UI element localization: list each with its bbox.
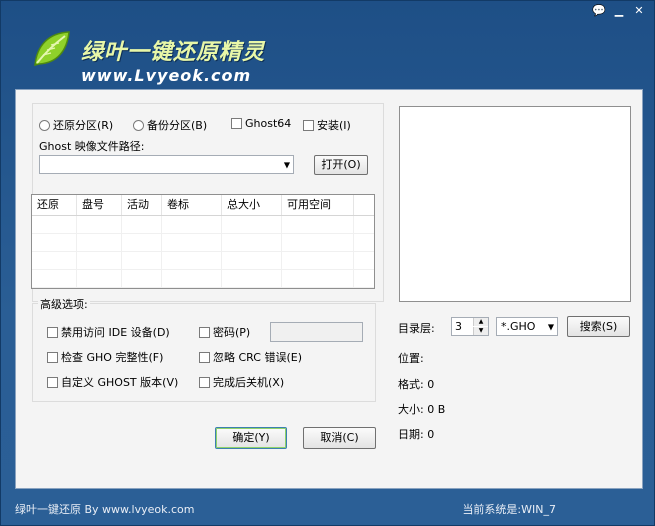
app-url: www.Lvyeok.com <box>81 66 252 85</box>
status-left: 绿叶一键还原 By www.lvyeok.com <box>15 503 195 516</box>
info-date: 日期: 0 <box>398 428 435 441</box>
info-location: 位置: <box>398 352 424 365</box>
password-input[interactable] <box>270 322 363 342</box>
search-button[interactable]: 搜索(S) <box>567 316 630 337</box>
restore-radio[interactable]: 还原分区(R) <box>39 117 113 133</box>
backup-radio[interactable]: 备份分区(B) <box>133 117 207 133</box>
ok-button[interactable]: 确定(Y) <box>215 427 287 449</box>
password-checkbox[interactable]: 密码(P) <box>199 324 250 340</box>
main-window: 绿叶一键还原精灵 www.Lvyeok.com 💬 ▁ ✕ 还原分区(R) 备份… <box>0 0 655 526</box>
close-icon[interactable]: ✕ <box>630 4 648 18</box>
table-row[interactable] <box>32 270 374 288</box>
spin-up-icon[interactable]: ▲ <box>473 318 488 326</box>
open-button[interactable]: 打开(O) <box>314 155 368 175</box>
ignore-crc-checkbox[interactable]: 忽略 CRC 错误(E) <box>199 349 302 365</box>
info-format: 格式: 0 <box>398 378 435 391</box>
check-gho-checkbox[interactable]: 检查 GHO 完整性(F) <box>47 349 163 365</box>
dir-level-label: 目录层: <box>398 322 435 335</box>
table-row[interactable] <box>32 216 374 234</box>
partition-group: 还原分区(R) 备份分区(B) Ghost64 安装(I) Ghost 映像文件… <box>31 103 384 302</box>
app-title: 绿叶一键还原精灵 <box>81 40 266 65</box>
shutdown-checkbox[interactable]: 完成后关机(X) <box>199 374 284 390</box>
cancel-button[interactable]: 取消(C) <box>303 427 376 449</box>
advanced-title: 高级选项: <box>38 296 90 312</box>
path-combobox[interactable]: ▼ <box>39 155 294 174</box>
info-size: 大小: 0 B <box>398 403 446 416</box>
path-label: Ghost 映像文件路径: <box>39 140 145 153</box>
partition-table[interactable]: 还原 盘号 活动 卷标 总大小 可用空间 <box>31 194 375 289</box>
minimize-icon[interactable]: ▁ <box>610 4 628 18</box>
custom-ghost-checkbox[interactable]: 自定义 GHOST 版本(V) <box>47 374 178 390</box>
install-checkbox[interactable]: 安装(I) <box>303 117 351 133</box>
disable-ide-checkbox[interactable]: 禁用访问 IDE 设备(D) <box>47 324 170 340</box>
title-bar[interactable]: 绿叶一键还原精灵 www.Lvyeok.com 💬 ▁ ✕ <box>1 1 654 91</box>
status-system: 当前系统是:WIN_7 <box>462 503 556 516</box>
dropdown-arrow-icon: ▼ <box>547 322 554 331</box>
chat-icon[interactable]: 💬 <box>590 4 608 18</box>
extension-select[interactable]: *.GHO ▼ <box>496 317 558 336</box>
status-bar: 绿叶一键还原 By www.lvyeok.com 当前系统是:WIN_7 <box>1 497 654 523</box>
table-header: 还原 盘号 活动 卷标 总大小 可用空间 <box>32 195 374 216</box>
table-row[interactable] <box>32 252 374 270</box>
leaf-logo-icon <box>34 31 70 66</box>
ghost64-checkbox[interactable]: Ghost64 <box>231 117 291 130</box>
dir-level-spinner[interactable]: 3 ▲ ▼ <box>451 317 489 336</box>
dropdown-arrow-icon: ▼ <box>283 160 290 169</box>
advanced-group: 禁用访问 IDE 设备(D) 密码(P) 检查 GHO 完整性(F) 忽略 CR… <box>32 303 376 402</box>
spin-down-icon[interactable]: ▼ <box>473 327 488 335</box>
table-row[interactable] <box>32 234 374 252</box>
client-area: 还原分区(R) 备份分区(B) Ghost64 安装(I) Ghost 映像文件… <box>15 89 643 489</box>
image-preview <box>399 106 631 302</box>
